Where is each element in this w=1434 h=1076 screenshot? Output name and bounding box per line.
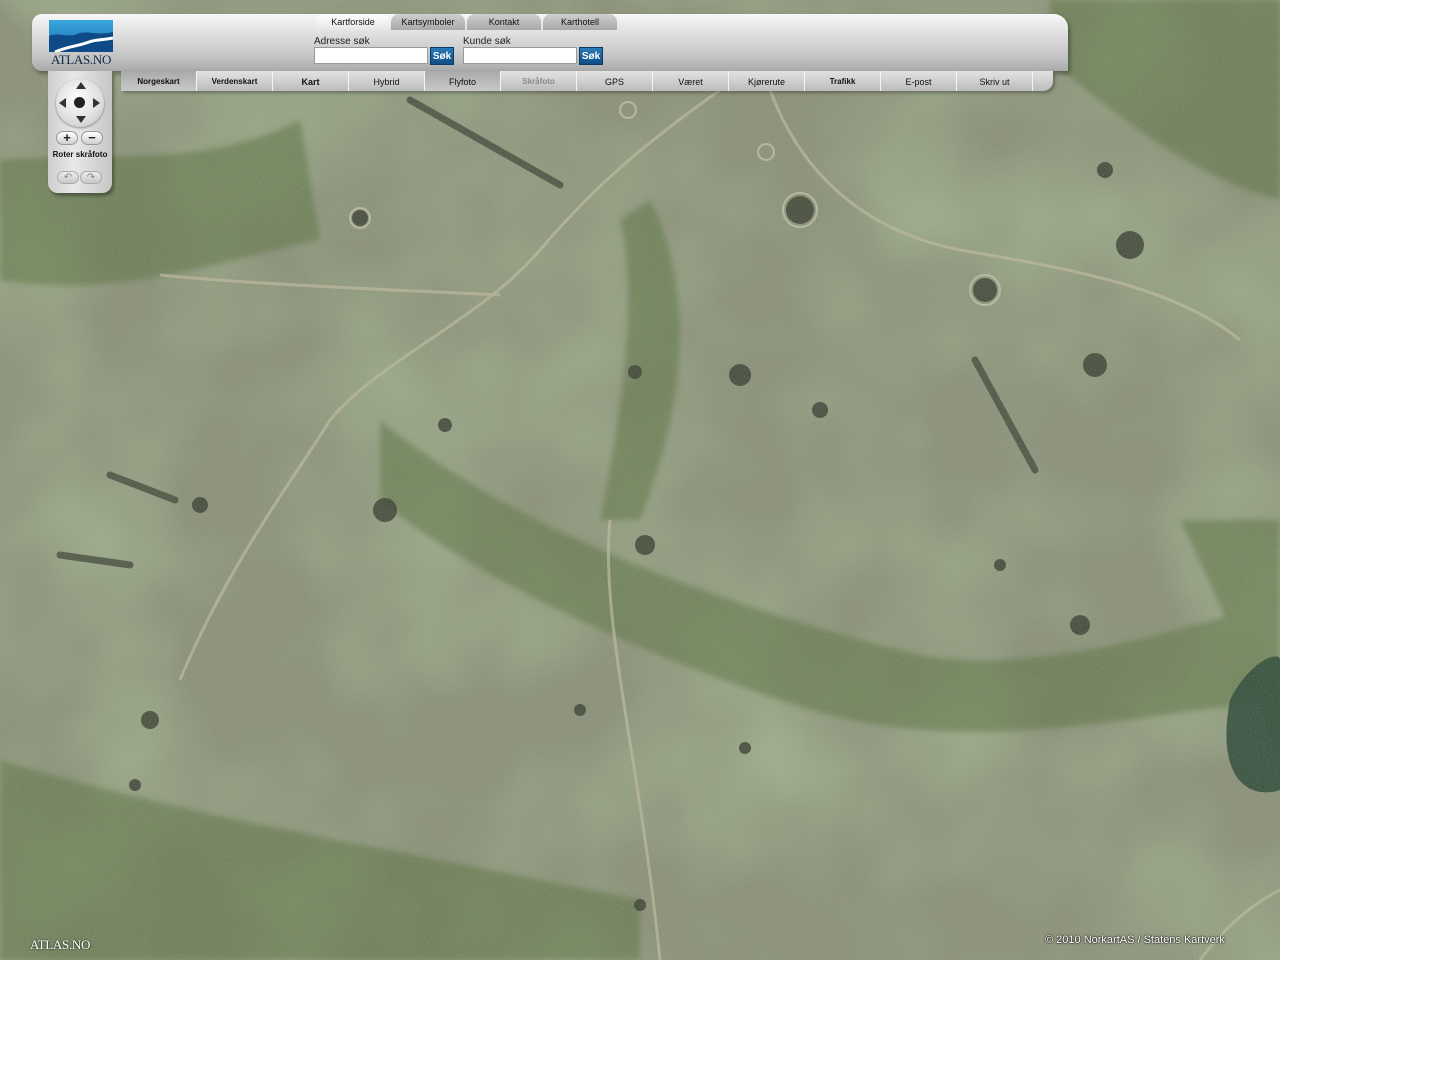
mode-epost[interactable]: E-post xyxy=(881,71,957,91)
rotate-oblique-label: Roter skråfoto xyxy=(52,150,108,159)
map-view[interactable]: ATLAS.NO © 2010 NorkartAS / Statens Kart… xyxy=(0,0,1280,960)
mode-kjorerute[interactable]: Kjørerute xyxy=(729,71,805,91)
address-search-input[interactable] xyxy=(314,47,428,64)
pan-right-icon[interactable] xyxy=(93,98,100,108)
address-search-label: Adresse søk xyxy=(314,36,370,47)
rotate-left-icon[interactable]: ↶ xyxy=(57,171,79,184)
zoom-out-button[interactable]: − xyxy=(81,131,103,145)
address-search-button[interactable]: Søk xyxy=(430,47,454,65)
pan-left-icon[interactable] xyxy=(59,98,66,108)
aerial-photo xyxy=(0,0,1280,960)
mode-trafikk[interactable]: Trafikk xyxy=(805,71,881,91)
map-mode-bar: Norgeskart Verdenskart Kart Hybrid Flyfo… xyxy=(121,71,1053,91)
map-copyright: © 2010 NorkartAS / Statens Kartverk xyxy=(1045,934,1225,946)
mode-gps[interactable]: GPS xyxy=(577,71,653,91)
mode-verdenskart[interactable]: Verdenskart xyxy=(197,71,273,91)
tab-kontakt[interactable]: Kontakt xyxy=(467,14,541,30)
rotate-right-icon[interactable]: ↷ xyxy=(80,171,102,184)
atlas-logo[interactable]: ATLAS.NO xyxy=(48,20,114,67)
mode-kart[interactable]: Kart xyxy=(273,71,349,91)
mode-flyfoto[interactable]: Flyfoto xyxy=(425,71,501,91)
pan-control[interactable] xyxy=(56,79,104,127)
tab-karthotell[interactable]: Karthotell xyxy=(543,14,617,30)
tab-kartforside[interactable]: Kartforside xyxy=(316,14,390,30)
pan-center-icon[interactable] xyxy=(74,97,85,108)
customer-search-input[interactable] xyxy=(463,47,577,64)
pan-down-icon[interactable] xyxy=(76,116,86,123)
logo-wordmark: ATLAS.NO xyxy=(50,52,112,67)
zoom-in-button[interactable]: + xyxy=(56,131,78,145)
map-watermark-logo: ATLAS.NO xyxy=(30,937,91,952)
mode-norgeskart[interactable]: Norgeskart xyxy=(121,71,197,91)
tab-kartsymboler[interactable]: Kartsymboler xyxy=(391,14,465,30)
mode-vaeret[interactable]: Været xyxy=(653,71,729,91)
logo-mountain-icon xyxy=(49,32,113,52)
mode-skrafoto: Skråfoto xyxy=(501,71,577,91)
customer-search-label: Kunde søk xyxy=(463,36,511,47)
customer-search-button[interactable]: Søk xyxy=(579,47,603,65)
pan-up-icon[interactable] xyxy=(76,82,86,89)
mode-skriv-ut[interactable]: Skriv ut xyxy=(957,71,1033,91)
mode-hybrid[interactable]: Hybrid xyxy=(349,71,425,91)
